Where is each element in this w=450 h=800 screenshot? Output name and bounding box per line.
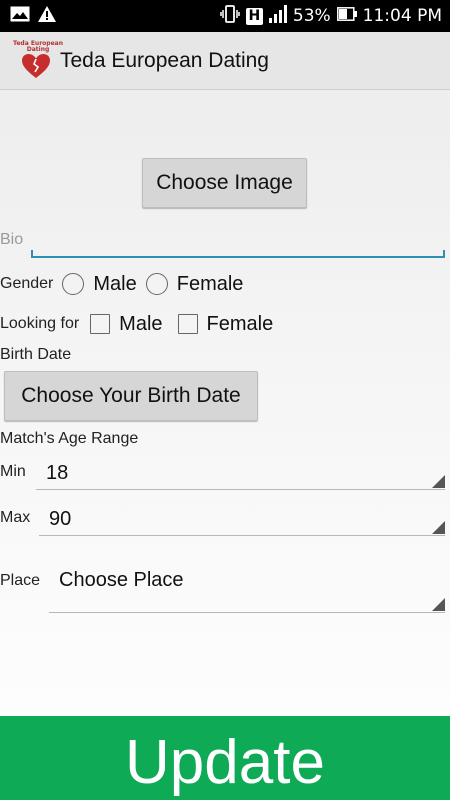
birth-date-label: Birth Date xyxy=(0,346,72,363)
dropdown-arrow-icon xyxy=(432,598,445,611)
app-title: Teda European Dating xyxy=(60,48,269,72)
min-label: Min xyxy=(0,463,26,480)
heart-icon xyxy=(22,53,50,78)
age-range-label: Match's Age Range xyxy=(0,430,139,447)
vibrate-icon xyxy=(220,4,240,28)
bio-input-left-edge xyxy=(31,250,33,258)
image-notification-icon xyxy=(10,6,30,27)
gender-female-label[interactable]: Female xyxy=(177,273,244,296)
signal-icon xyxy=(268,4,287,28)
clock: 11:04 PM xyxy=(362,6,442,26)
status-bar: H 53% 11:04 PM xyxy=(0,0,450,32)
dropdown-arrow-icon xyxy=(432,521,445,534)
gender-label: Gender xyxy=(0,275,54,292)
app-logo: Teda European Dating xyxy=(13,40,63,81)
looking-for-female-label[interactable]: Female xyxy=(207,313,274,336)
dropdown-arrow-icon xyxy=(432,475,445,488)
gender-male-label[interactable]: Male xyxy=(93,273,136,296)
battery-percent: 53% xyxy=(292,6,331,26)
looking-for-male-label[interactable]: Male xyxy=(119,313,162,336)
place-value: Choose Place xyxy=(59,569,184,591)
bio-input-right-edge xyxy=(443,250,445,258)
gender-female-radio[interactable] xyxy=(145,273,168,295)
choose-birth-date-button[interactable]: Choose Your Birth Date xyxy=(4,371,258,421)
warning-icon xyxy=(38,5,56,27)
gender-male-radio[interactable] xyxy=(62,273,85,295)
choose-image-button[interactable]: Choose Image xyxy=(142,158,307,208)
network-h-icon: H xyxy=(245,7,263,25)
bio-input[interactable] xyxy=(31,226,445,258)
max-age-value: 90 xyxy=(49,508,72,530)
looking-for-row: Looking for Male Female xyxy=(0,310,273,338)
min-age-spinner[interactable]: 18 xyxy=(36,460,445,490)
place-label: Place xyxy=(0,572,41,589)
battery-icon xyxy=(336,6,357,26)
update-button[interactable]: Update xyxy=(0,716,450,800)
place-spinner[interactable]: Choose Place xyxy=(49,567,445,613)
logo-text: Teda European Dating xyxy=(13,39,63,53)
bio-label: Bio xyxy=(0,231,24,248)
gender-row: Gender Male Female xyxy=(0,270,243,298)
action-bar: Teda European Dating Teda European Datin… xyxy=(0,32,450,90)
max-label: Max xyxy=(0,509,31,526)
looking-for-label: Looking for xyxy=(0,315,80,332)
min-age-value: 18 xyxy=(46,462,69,484)
max-age-spinner[interactable]: 90 xyxy=(39,506,445,536)
looking-for-female-checkbox[interactable] xyxy=(177,314,198,334)
looking-for-male-checkbox[interactable] xyxy=(90,314,111,334)
